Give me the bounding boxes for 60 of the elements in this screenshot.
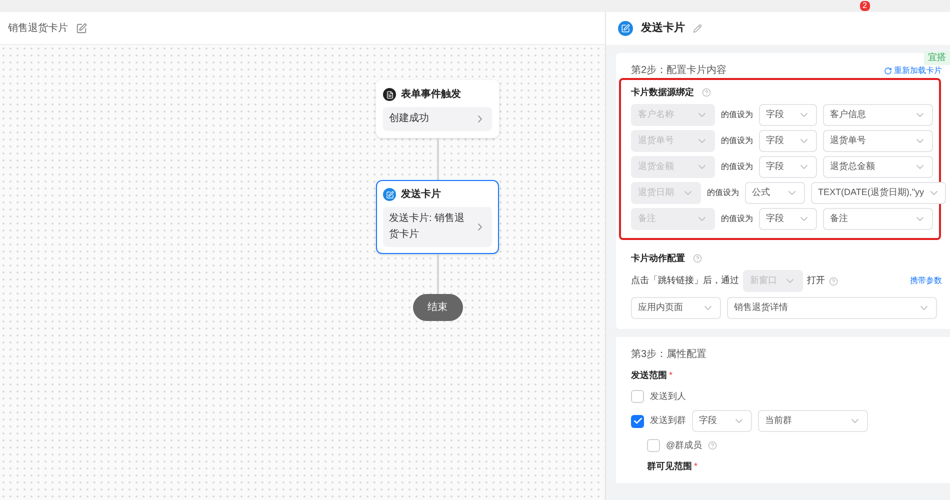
panel-title: 发送卡片 [641,20,685,36]
reload-link[interactable]: 重新加载卡片 [884,64,942,76]
checkbox[interactable] [631,390,644,403]
checkbox[interactable] [647,439,660,452]
help-icon[interactable] [708,441,718,450]
section-title: 卡片数据源绑定 [631,86,694,99]
node-title: 发送卡片 [401,188,441,202]
value-select[interactable]: 备注 [823,208,933,230]
value-select[interactable]: TEXT(DATE(退货日期),"yy [811,182,946,204]
value-select[interactable]: 退货总金额 [823,156,933,178]
params-link[interactable]: 携带参数 [910,275,942,287]
tag: 宜搭 [924,51,950,64]
required-mark: * [669,369,673,382]
help-icon[interactable] [829,276,838,286]
page-type-select[interactable]: 应用内页面 [631,297,721,319]
value-select[interactable]: 退货单号 [823,130,933,152]
refresh-icon [884,66,892,74]
type-select[interactable]: 字段 [759,156,817,178]
type-select[interactable]: 字段 [759,130,817,152]
field-label: 群可见范围 [647,460,692,472]
connector-line [436,254,438,294]
connector-line [436,138,438,180]
required-mark: * [694,460,698,472]
end-node[interactable]: 结束 [412,294,462,321]
type-select[interactable]: 字段 [692,410,752,432]
step-title: 第3步：属性配置 [631,348,708,362]
type-select[interactable]: 字段 [759,104,817,126]
edit-icon[interactable] [693,24,702,33]
card-icon [383,188,396,201]
field-label: 发送范围 [631,369,667,382]
flow-title: 销售退货卡片 [8,22,68,36]
checkbox[interactable] [631,414,644,428]
checkbox-label: 发送到群 [650,414,686,428]
checkbox-label: 发送到人 [650,390,686,402]
row-label: 的值设为 [721,108,753,120]
section-title: 卡片动作配置 [631,252,685,264]
type-select[interactable]: 字段 [759,208,817,230]
row-label: 的值设为 [721,212,753,224]
node-title: 表单事件触发 [401,88,461,102]
node-detail[interactable]: 创建成功 [383,107,492,131]
value-select[interactable]: 客户信息 [823,104,933,126]
edit-icon[interactable] [76,22,87,34]
help-icon[interactable] [702,88,711,98]
row-label: 的值设为 [707,186,739,198]
group-select[interactable]: 当前群 [758,410,868,432]
checkbox-label: @群成员 [666,439,702,452]
row-label: 的值设为 [721,160,753,172]
row-label: 的值设为 [721,134,753,146]
page-select[interactable]: 销售退货详情 [727,297,937,319]
flow-node[interactable]: 表单事件触发 创建成功 [376,80,499,138]
document-icon [383,88,396,101]
action-text: 打开 [807,274,825,288]
card-icon [618,21,633,36]
type-select[interactable]: 公式 [745,182,805,204]
action-text: 点击「跳转链接」后，通过 [631,274,739,288]
notification-badge: 2 [860,1,870,11]
step-title: 第2步：配置卡片内容 [631,64,727,78]
help-icon[interactable] [693,254,702,263]
node-detail[interactable]: 发送卡片: 销售退货卡片 [383,207,492,247]
flow-node[interactable]: 发送卡片 发送卡片: 销售退货卡片 [376,180,499,254]
